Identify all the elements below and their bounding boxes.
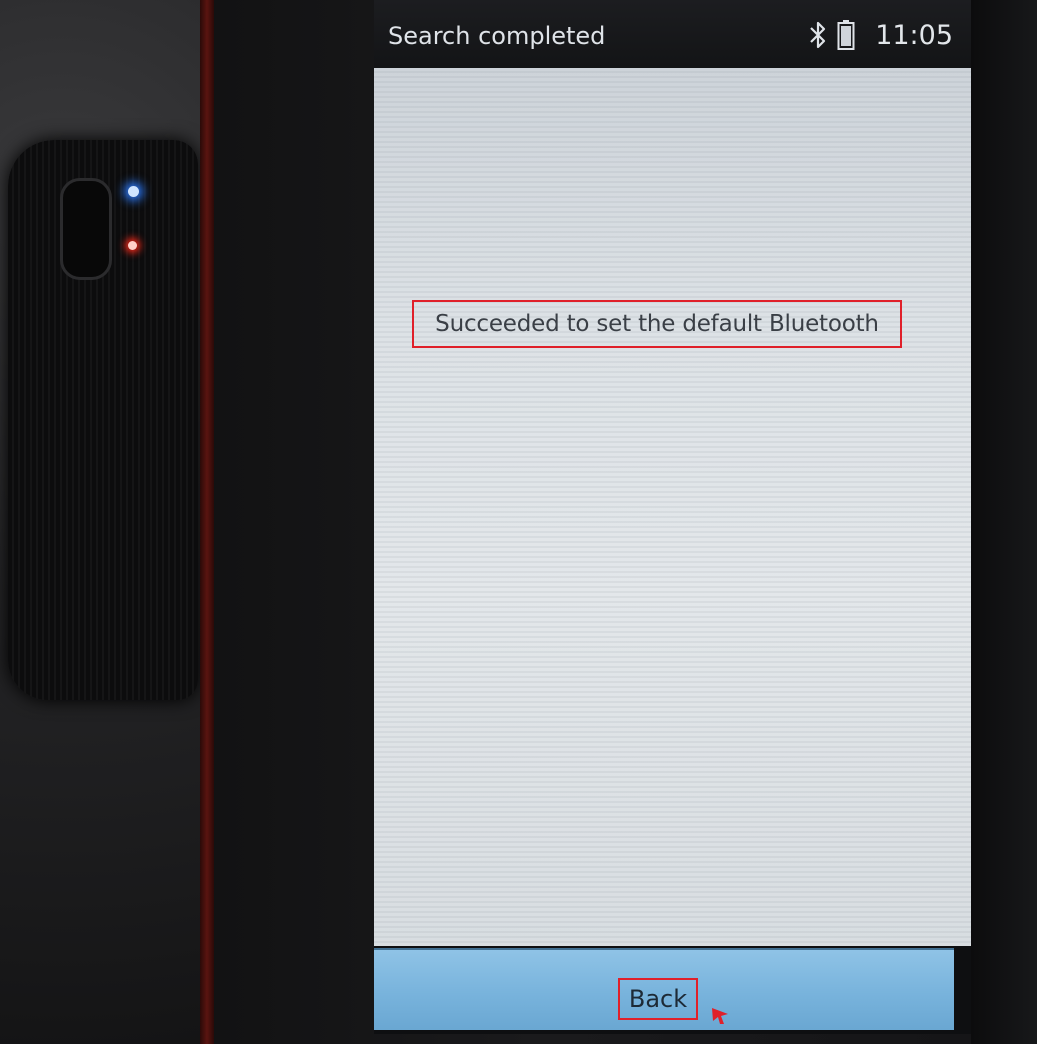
device-right-edge — [971, 0, 1037, 1044]
status-icons: 11:05 — [809, 18, 953, 52]
device-photo: Search completed 11:05 Succeeded to set … — [0, 0, 1037, 1044]
status-title: Search completed — [388, 22, 606, 50]
battery-icon — [837, 19, 855, 51]
pointer-arrow-icon — [710, 1006, 732, 1030]
red-led-icon — [128, 241, 137, 250]
blue-led-icon — [128, 186, 139, 197]
bottom-bar: Back — [374, 948, 954, 1030]
dongle-lens — [60, 178, 112, 280]
status-time: 11:05 — [875, 19, 953, 51]
status-bar: Search completed 11:05 — [374, 0, 971, 68]
device-edge — [200, 0, 214, 1044]
success-message: Succeeded to set the default Bluetooth — [435, 311, 879, 337]
back-button[interactable]: Back — [618, 978, 698, 1020]
back-button-label: Back — [628, 985, 688, 1013]
device-screen: Search completed 11:05 Succeeded to set … — [374, 0, 971, 1034]
bluetooth-icon — [809, 20, 827, 50]
content-area: Succeeded to set the default Bluetooth — [374, 68, 971, 946]
message-highlight-box: Succeeded to set the default Bluetooth — [412, 300, 902, 348]
